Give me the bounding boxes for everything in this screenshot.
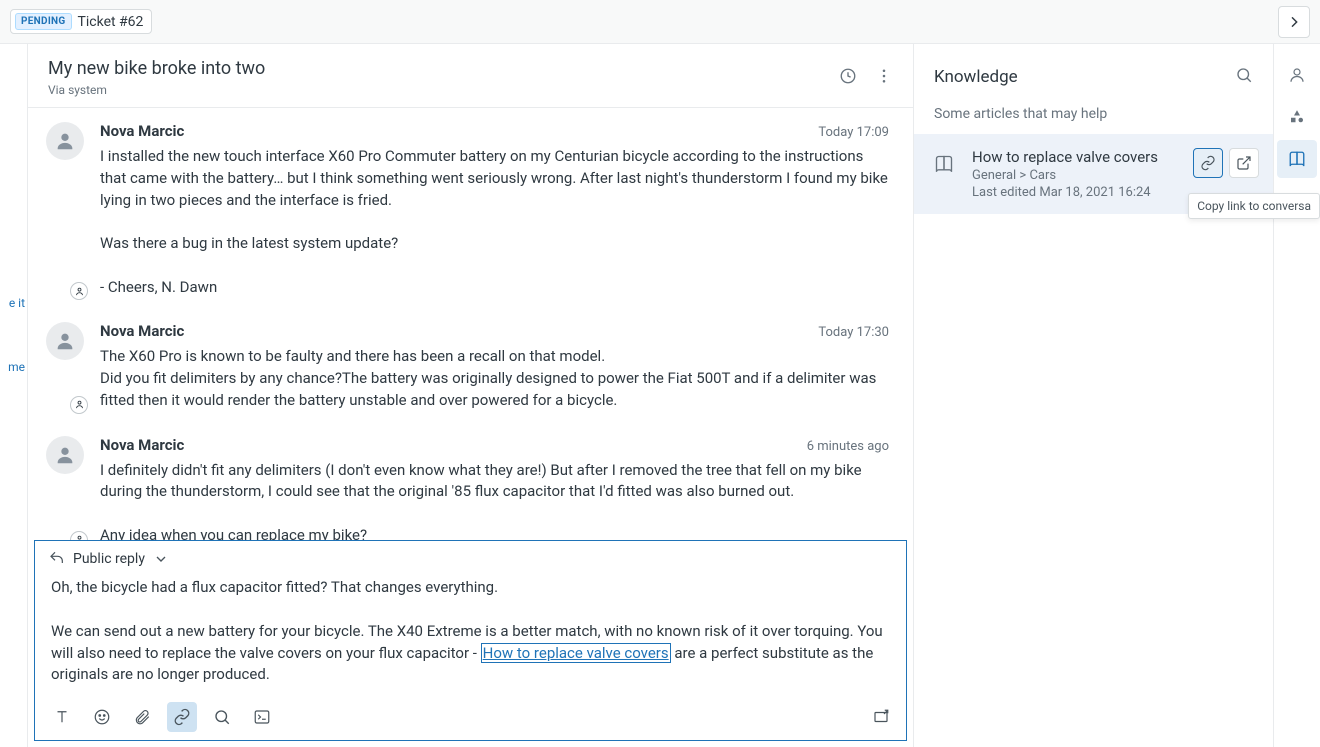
history-button[interactable] bbox=[839, 67, 857, 89]
rail-apps-button[interactable] bbox=[1277, 98, 1317, 136]
side-rail bbox=[1274, 44, 1320, 747]
message-time: Today 17:30 bbox=[818, 325, 889, 340]
inserted-article-link[interactable]: How to replace valve covers bbox=[481, 643, 671, 663]
conversation-column: My new bike broke into two Via system bbox=[28, 44, 914, 747]
ticket-label: Ticket #62 bbox=[78, 14, 144, 30]
user-icon bbox=[54, 330, 76, 352]
attach-button[interactable] bbox=[127, 702, 157, 732]
user-icon bbox=[54, 444, 76, 466]
message: Nova Marcic Today 17:30 The X60 Pro is k… bbox=[36, 312, 899, 425]
reply-textarea[interactable]: Oh, the bicycle had a flux capacitor fit… bbox=[35, 573, 906, 696]
external-link-icon bbox=[1236, 155, 1252, 171]
composer-toolbar bbox=[35, 696, 906, 740]
via-channel: Via system bbox=[48, 83, 265, 97]
expand-icon bbox=[872, 708, 890, 726]
search-icon bbox=[213, 708, 231, 726]
search-kb-button[interactable] bbox=[207, 702, 237, 732]
article-icon bbox=[928, 148, 960, 180]
knowledge-panel: Knowledge Some articles that may help Ho… bbox=[914, 44, 1274, 747]
left-fragment-1: e it bbox=[9, 296, 25, 310]
message-text: I definitely didn't fit any delimiters (… bbox=[100, 460, 889, 541]
book-icon bbox=[1288, 150, 1306, 168]
page-title: My new bike broke into two bbox=[48, 58, 265, 79]
left-fragment-2: me bbox=[8, 360, 25, 374]
book-icon bbox=[934, 154, 954, 174]
more-vertical-icon bbox=[875, 67, 893, 85]
article-edited: Last edited Mar 18, 2021 16:24 bbox=[972, 185, 1181, 200]
message-time: 6 minutes ago bbox=[807, 439, 889, 454]
avatar bbox=[46, 322, 86, 411]
reply-channel-selector[interactable]: Public reply bbox=[35, 541, 906, 573]
article-title: How to replace valve covers bbox=[972, 148, 1181, 166]
conversation-scroll[interactable]: Nova Marcic Today 17:09 I installed the … bbox=[28, 108, 913, 540]
expand-composer-button[interactable] bbox=[866, 702, 896, 732]
message-author: Nova Marcic bbox=[100, 122, 184, 140]
tooltip: Copy link to conversa bbox=[1188, 193, 1320, 219]
article-breadcrumb: General > Cars bbox=[972, 168, 1181, 183]
clock-history-icon bbox=[839, 67, 857, 85]
emoji-button[interactable] bbox=[87, 702, 117, 732]
message: Nova Marcic 6 minutes ago I definitely d… bbox=[36, 426, 899, 541]
next-button[interactable] bbox=[1278, 6, 1310, 38]
user-icon bbox=[1288, 66, 1306, 84]
paperclip-icon bbox=[133, 708, 151, 726]
shapes-icon bbox=[1288, 108, 1306, 126]
knowledge-title: Knowledge bbox=[934, 67, 1018, 87]
text-icon bbox=[53, 708, 71, 726]
message: Nova Marcic Today 17:09 I installed the … bbox=[36, 112, 899, 312]
chevron-down-icon bbox=[153, 551, 169, 567]
status-badge: PENDING bbox=[15, 13, 72, 30]
reply-composer: Public reply Oh, the bicycle had a flux … bbox=[34, 540, 907, 741]
rail-user-button[interactable] bbox=[1277, 56, 1317, 94]
topbar: PENDING Ticket #62 bbox=[0, 0, 1320, 44]
link-button[interactable] bbox=[167, 702, 197, 732]
message-time: Today 17:09 bbox=[818, 125, 889, 140]
user-badge-icon bbox=[70, 396, 88, 414]
more-button[interactable] bbox=[875, 67, 893, 89]
reply-arrow-icon bbox=[49, 551, 65, 567]
user-badge-icon bbox=[70, 531, 88, 541]
smile-icon bbox=[93, 708, 111, 726]
rail-knowledge-button[interactable] bbox=[1277, 140, 1317, 178]
avatar bbox=[46, 122, 86, 298]
macro-button[interactable] bbox=[247, 702, 277, 732]
message-author: Nova Marcic bbox=[100, 322, 184, 340]
link-icon bbox=[1200, 155, 1216, 171]
conversation-header: My new bike broke into two Via system bbox=[28, 44, 913, 108]
left-panel-collapsed[interactable]: e it me bbox=[0, 44, 28, 747]
knowledge-subtitle: Some articles that may help bbox=[914, 94, 1273, 134]
ticket-chip[interactable]: PENDING Ticket #62 bbox=[10, 9, 152, 34]
text-format-button[interactable] bbox=[47, 702, 77, 732]
open-article-button[interactable] bbox=[1229, 148, 1259, 178]
reply-channel-label: Public reply bbox=[73, 551, 145, 567]
link-icon bbox=[173, 708, 191, 726]
message-text: I installed the new touch interface X60 … bbox=[100, 146, 889, 298]
avatar bbox=[46, 436, 86, 541]
message-text: The X60 Pro is known to be faulty and th… bbox=[100, 346, 889, 411]
user-badge-icon bbox=[70, 282, 88, 300]
terminal-icon bbox=[253, 708, 271, 726]
knowledge-search-button[interactable] bbox=[1235, 66, 1253, 88]
user-icon bbox=[54, 130, 76, 152]
main-area: e it me My new bike broke into two Via s… bbox=[0, 44, 1320, 747]
copy-article-link-button[interactable] bbox=[1193, 148, 1223, 178]
message-author: Nova Marcic bbox=[100, 436, 184, 454]
chevron-right-icon bbox=[1286, 14, 1302, 30]
search-icon bbox=[1235, 66, 1253, 84]
